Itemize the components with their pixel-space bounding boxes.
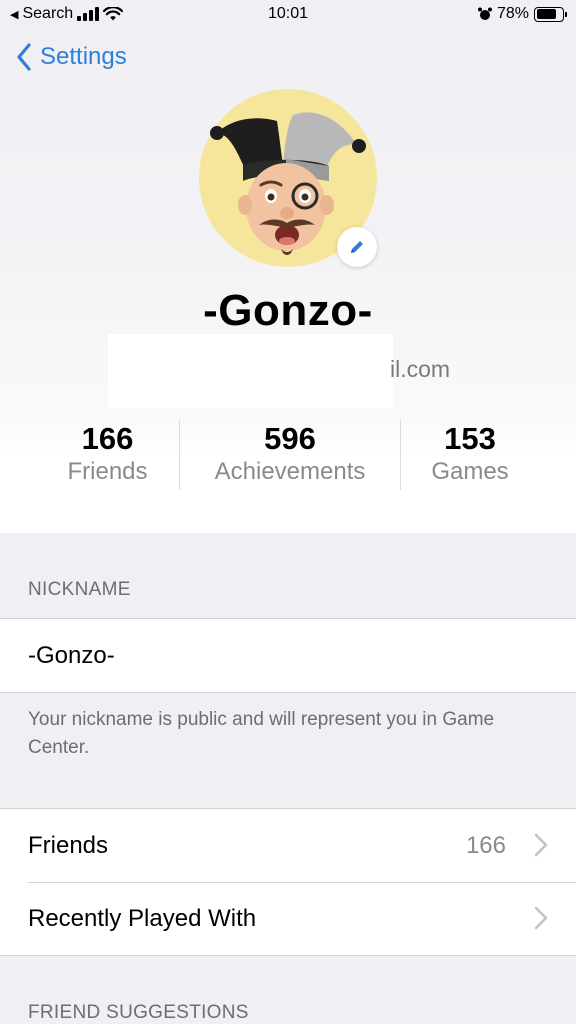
- back-button[interactable]: Settings: [16, 40, 127, 74]
- profile-name: -Gonzo-: [203, 286, 373, 335]
- battery-percent: 78%: [496, 5, 529, 22]
- chevron-right-icon: [534, 833, 548, 857]
- edit-avatar-button[interactable]: [337, 227, 377, 267]
- stat-achievements[interactable]: 596 Achievements: [200, 420, 380, 486]
- alarm-icon: [477, 7, 492, 20]
- nickname-footer-note: Your nickname is public and will represe…: [28, 709, 495, 758]
- nickname-value: -Gonzo-: [28, 641, 115, 669]
- stat-label: Achievements: [214, 458, 366, 485]
- pencil-icon: [351, 241, 363, 253]
- nickname-section-header: NICKNAME: [28, 579, 131, 600]
- status-bar: ◀ Search 10:01 78%: [0, 0, 576, 30]
- recently-played-row[interactable]: Recently Played With: [0, 882, 576, 955]
- stat-value: 596: [264, 421, 316, 456]
- chevron-left-icon: [17, 43, 31, 71]
- stat-value: 153: [444, 421, 496, 456]
- friends-group: Friends 166 Recently Played With: [0, 808, 576, 956]
- stats-row: 166 Friends 596 Achievements 153 Games: [0, 420, 576, 492]
- chevron-right-icon: [534, 906, 548, 930]
- nickname-field[interactable]: -Gonzo-: [0, 619, 576, 692]
- battery-icon: [534, 6, 567, 22]
- stat-games[interactable]: 153 Games: [415, 420, 525, 486]
- stat-divider: [400, 420, 401, 490]
- nickname-group: -Gonzo-: [0, 618, 576, 693]
- profile-email: il.com: [390, 356, 451, 382]
- email-redaction: [108, 334, 393, 408]
- stat-divider: [179, 420, 180, 490]
- stat-value: 166: [81, 421, 134, 456]
- recently-played-label: Recently Played With: [28, 904, 257, 932]
- back-label: Settings: [40, 43, 127, 70]
- friends-row-label: Friends: [28, 831, 109, 859]
- friends-row[interactable]: Friends 166: [0, 809, 576, 882]
- battery-fill: [536, 9, 556, 19]
- friends-row-count: 166: [465, 831, 506, 859]
- status-right: 78%: [477, 5, 567, 23]
- stat-friends[interactable]: 166 Friends: [50, 420, 165, 486]
- friend-suggestions-header: FRIEND SUGGESTIONS: [28, 1002, 249, 1023]
- stat-label: Games: [431, 458, 509, 485]
- stat-label: Friends: [67, 458, 148, 485]
